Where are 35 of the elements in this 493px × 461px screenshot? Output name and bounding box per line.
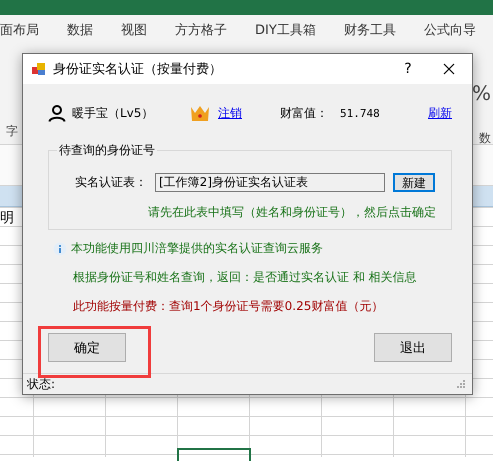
status-text: 状态:	[27, 376, 56, 392]
wealth-label: 财富值：	[280, 104, 328, 122]
help-button[interactable]: ?	[396, 61, 420, 77]
hint-text: 请先在此表中填写（姓名和身份证号），然后点击确定	[148, 204, 437, 221]
user-name: 暖手宝（Lv5）	[72, 104, 154, 122]
app-icon	[31, 61, 47, 77]
new-button[interactable]: 新建	[393, 173, 435, 192]
info-text: 根据身份证号和姓名查询，返回：是否通过实名认证 和 相关信息	[73, 269, 417, 286]
ribbon-tab[interactable]: 方方格子	[161, 21, 241, 39]
logout-link[interactable]: 注销	[218, 104, 242, 122]
ribbon-label: 字	[6, 123, 18, 140]
ribbon-tab[interactable]: 面布局	[0, 21, 53, 39]
close-icon	[443, 63, 455, 75]
refresh-link[interactable]: 刷新	[428, 104, 452, 122]
table-cell: 明	[0, 209, 14, 227]
info-text: 本功能使用四川涪擎提供的实名认证查询云服务	[71, 240, 323, 257]
ribbon-tab[interactable]: 公式向导	[410, 21, 490, 39]
info-text: 此功能按量付费：查询1个身份证号需要0.25财富值（元）	[73, 298, 384, 315]
wealth-value: 51.748	[340, 106, 381, 120]
exit-button[interactable]: 退出	[374, 333, 452, 362]
group-title: 待查询的身份证号	[57, 142, 157, 159]
ok-button[interactable]: 确定	[48, 333, 126, 362]
ribbon-tab[interactable]: 财务工具	[330, 21, 410, 39]
ribbon-tab[interactable]: DIY工具箱	[241, 21, 330, 39]
field-label: 实名认证表：	[75, 174, 148, 191]
crown-icon	[190, 104, 210, 122]
ribbon-tab[interactable]: 数据	[53, 21, 107, 39]
info-icon	[53, 242, 67, 256]
input-field[interactable]: [工作簿2]身份证实名认证表	[155, 173, 385, 192]
ribbon-label: 数	[479, 130, 491, 147]
window-title: 身份证实名认证（按量付费）	[53, 61, 223, 78]
user-icon	[48, 104, 66, 122]
percent-button[interactable]: %	[472, 80, 491, 104]
ribbon-tab[interactable]: 视图	[107, 21, 161, 39]
resize-grip-icon[interactable]	[456, 379, 466, 389]
